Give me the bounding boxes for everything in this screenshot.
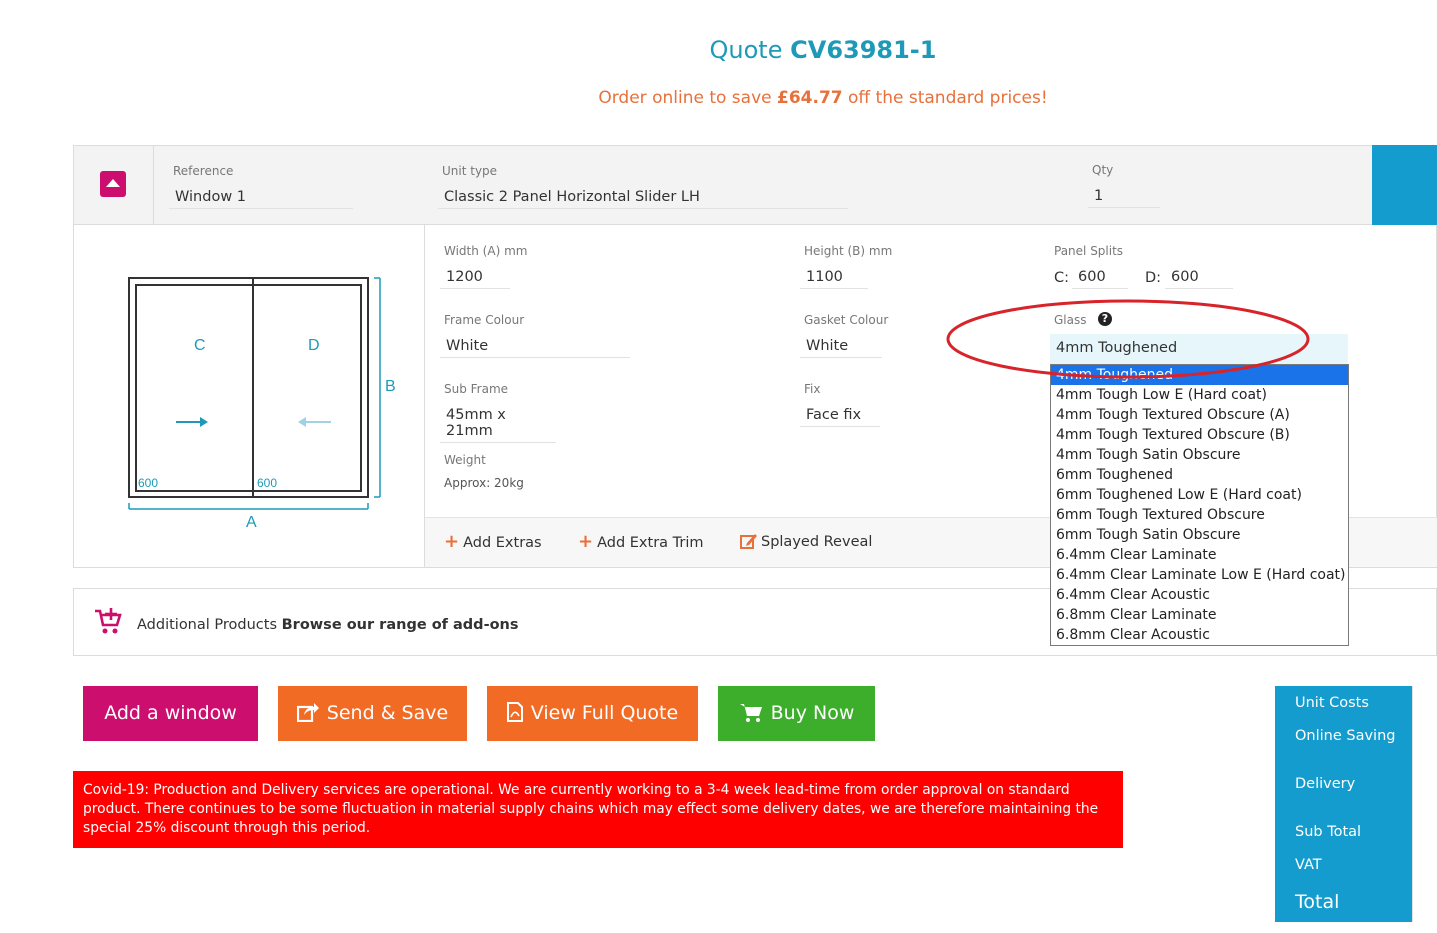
add-window-label: Add a window — [104, 702, 237, 724]
savings-amount: £64.77 — [777, 88, 843, 108]
cart-add-icon — [95, 608, 122, 634]
glass-option[interactable]: 6.4mm Clear Laminate — [1051, 545, 1348, 565]
glass-option[interactable]: 6.8mm Clear Acoustic — [1051, 625, 1348, 645]
glass-option[interactable]: 6mm Toughened — [1051, 465, 1348, 485]
height-label: Height (B) mm — [804, 244, 893, 258]
additional-products-text: Additional Products Browse our range of … — [137, 617, 519, 633]
buy-now-button[interactable]: Buy Now — [718, 686, 875, 741]
unit-type-select[interactable]: Classic 2 Panel Horizontal Slider LH — [438, 186, 848, 209]
total-label: Total — [1295, 891, 1340, 913]
add-extra-trim-label: Add Extra Trim — [597, 535, 704, 551]
fix-label: Fix — [804, 382, 821, 396]
split-d-input[interactable]: 600 — [1165, 266, 1233, 289]
frame-colour-label: Frame Colour — [444, 313, 525, 327]
split-d-label: D: — [1145, 270, 1162, 286]
sub-frame-select[interactable]: 45mm x 21mm — [440, 404, 556, 443]
delivery-label: Delivery — [1295, 776, 1356, 792]
panel-c-label: C — [194, 337, 206, 354]
online-saving-label: Online Saving — [1295, 728, 1396, 744]
qty-input[interactable]: 1 — [1088, 185, 1160, 208]
panel-d-label: D — [308, 337, 320, 354]
glass-option[interactable]: 6.4mm Clear Acoustic — [1051, 585, 1348, 605]
highlight-annotation — [946, 299, 1310, 379]
covid-notice: Covid-19: Production and Delivery servic… — [73, 771, 1123, 848]
gasket-colour-select[interactable]: White — [800, 335, 882, 358]
glass-option[interactable]: 6mm Tough Satin Obscure — [1051, 525, 1348, 545]
edit-icon — [740, 534, 757, 549]
savings-prefix: Order online to save — [598, 88, 772, 108]
savings-banner: Order online to save £64.77 off the stan… — [0, 88, 1437, 108]
panel-splits-label: Panel Splits — [1054, 244, 1124, 258]
glass-option[interactable]: 4mm Tough Textured Obscure (A) — [1051, 405, 1348, 425]
item-actions-panel[interactable] — [1372, 145, 1437, 225]
add-extras-label: Add Extras — [463, 535, 542, 551]
splayed-reveal-label: Splayed Reveal — [761, 534, 873, 550]
width-label: Width (A) mm — [444, 244, 528, 258]
unit-type-label: Unit type — [442, 164, 498, 178]
item-header-row — [73, 145, 1437, 225]
reference-label: Reference — [173, 164, 234, 178]
splayed-reveal-button[interactable]: Splayed Reveal — [740, 533, 872, 550]
add-extra-trim-button[interactable]: + Add Extra Trim — [578, 531, 704, 552]
glass-option[interactable]: 6mm Toughened Low E (Hard coat) — [1051, 485, 1348, 505]
reference-input[interactable]: Window 1 — [169, 186, 353, 209]
totals-panel: Unit Costs Online Saving Delivery Sub To… — [1275, 686, 1412, 922]
split-c-label: C: — [1054, 270, 1070, 286]
dimension-a-label: A — [246, 514, 257, 531]
split-c-input[interactable]: 600 — [1072, 266, 1128, 289]
browse-addons-link[interactable]: Browse our range of add-ons — [282, 617, 519, 633]
unit-costs-label: Unit Costs — [1295, 695, 1369, 711]
qty-label: Qty — [1092, 163, 1114, 177]
weight-label: Weight — [444, 453, 486, 467]
send-save-button[interactable]: Send & Save — [278, 686, 467, 741]
sub-total-label: Sub Total — [1295, 824, 1362, 840]
width-input[interactable]: 1200 — [440, 266, 510, 289]
glass-dropdown-list: 4mm Toughened 4mm Tough Low E (Hard coat)… — [1050, 364, 1349, 646]
send-save-label: Send & Save — [326, 702, 449, 724]
frame-colour-select[interactable]: White — [440, 335, 630, 358]
additional-products-label: Additional Products — [137, 617, 278, 633]
dimension-b-label: B — [385, 378, 396, 395]
gasket-colour-label: Gasket Colour — [804, 313, 889, 327]
glass-option[interactable]: 6.8mm Clear Laminate — [1051, 605, 1348, 625]
view-full-quote-button[interactable]: View Full Quote — [487, 686, 698, 741]
window-diagram: C D B A 600 600 — [128, 277, 396, 531]
quote-prefix: Quote — [709, 36, 783, 64]
height-input[interactable]: 1100 — [800, 266, 868, 289]
glass-option[interactable]: 4mm Tough Satin Obscure — [1051, 445, 1348, 465]
plus-icon: + — [578, 531, 594, 552]
savings-suffix: off the standard prices! — [848, 88, 1048, 108]
glass-option[interactable]: 6mm Tough Textured Obscure — [1051, 505, 1348, 525]
buy-now-label: Buy Now — [770, 702, 855, 724]
vat-label: VAT — [1295, 857, 1322, 873]
cart-icon — [739, 704, 762, 722]
glass-option[interactable]: 4mm Tough Low E (Hard coat) — [1051, 385, 1348, 405]
view-full-quote-label: View Full Quote — [530, 702, 679, 724]
totals-values-column — [1412, 686, 1437, 922]
share-icon — [296, 703, 319, 723]
collapse-toggle-button[interactable] — [100, 171, 126, 197]
sub-frame-label: Sub Frame — [444, 382, 509, 396]
plus-icon: + — [444, 531, 460, 552]
glass-option[interactable]: 4mm Tough Textured Obscure (B) — [1051, 425, 1348, 445]
pdf-icon — [506, 702, 523, 722]
weight-value: Approx: 20kg — [444, 476, 524, 490]
fix-select[interactable]: Face fix — [800, 404, 880, 427]
add-window-button[interactable]: Add a window — [83, 686, 258, 741]
page-title: Quote CV63981-1 — [0, 36, 1437, 64]
split-c-dimension: 600 — [138, 476, 158, 490]
split-d-dimension: 600 — [257, 476, 277, 490]
quote-number: CV63981-1 — [790, 36, 937, 64]
glass-option[interactable]: 6.4mm Clear Laminate Low E (Hard coat) — [1051, 565, 1348, 585]
add-extras-button[interactable]: + Add Extras — [444, 531, 542, 552]
